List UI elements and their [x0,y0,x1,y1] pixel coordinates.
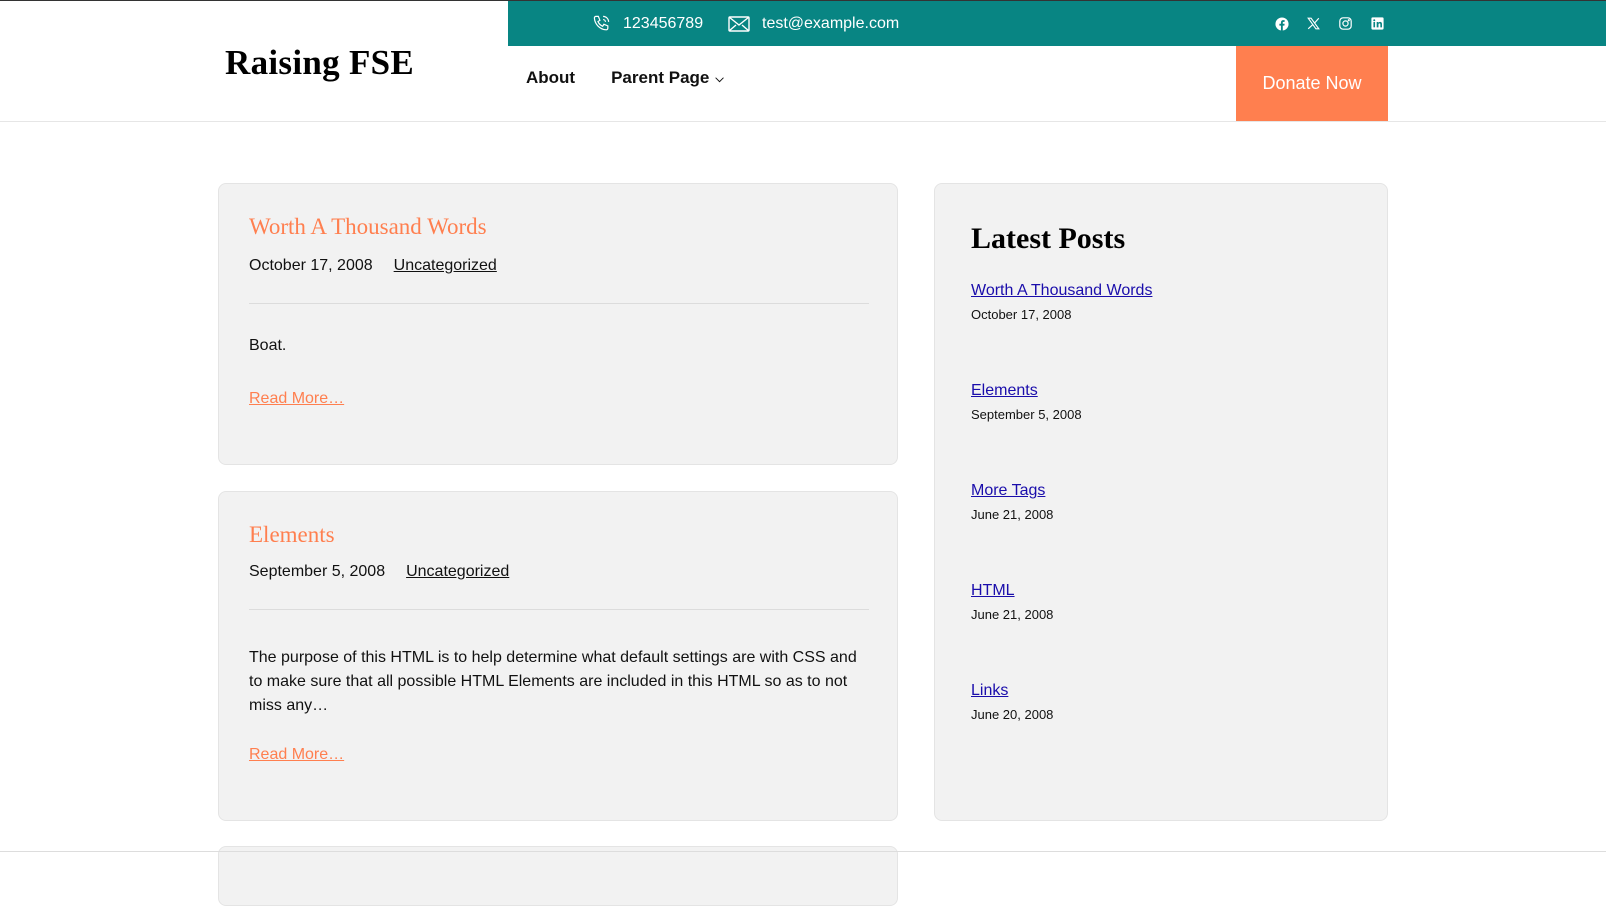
nav-item-label: Parent Page [611,68,710,87]
post-card: Elements September 5, 2008 Uncategorized… [218,491,898,821]
nav-item-label: About [526,68,576,87]
main-navigation: About Parent Page ⌵ [526,68,760,88]
linkedin-icon[interactable] [1370,16,1385,31]
post-category-link[interactable]: Uncategorized [394,257,497,275]
post-excerpt: The purpose of this HTML is to help dete… [249,649,857,714]
sidebar-title: Latest Posts [971,222,1126,255]
social-links [1274,1,1385,46]
post-divider [249,303,869,304]
sidebar-latest-posts: Latest Posts Worth A Thousand Words Octo… [934,183,1388,821]
x-icon[interactable] [1306,16,1321,31]
latest-post-link[interactable]: Elements [971,382,1082,400]
post-excerpt: Boat. [249,337,287,354]
post-category-link[interactable]: Uncategorized [406,563,509,581]
post-date: September 5, 2008 [249,563,386,580]
email-address: test@example.com [762,14,900,32]
latest-post-date: June 21, 2008 [971,607,1054,622]
post-meta: October 17, 2008 Uncategorized [249,257,497,275]
post-date: October 17, 2008 [249,257,373,274]
post-card: Worth A Thousand Words October 17, 2008 … [218,183,898,465]
latest-post-item: More Tags June 21, 2008 [971,482,1053,522]
latest-post-link[interactable]: Worth A Thousand Words [971,282,1152,300]
latest-post-link[interactable]: HTML [971,582,1053,600]
latest-post-item: Elements September 5, 2008 [971,382,1082,422]
post-title[interactable]: Elements [249,522,335,548]
phone-number: 123456789 [623,14,704,32]
mail-icon [728,15,750,32]
top-info-bar: 123456789 test@example.com [508,1,1606,46]
latest-post-date: October 17, 2008 [971,307,1072,322]
latest-post-item: Links June 20, 2008 [971,682,1053,722]
nav-item-about[interactable]: About [526,68,575,88]
latest-post-date: September 5, 2008 [971,407,1082,422]
nav-item-parent-page[interactable]: Parent Page ⌵ [611,68,724,88]
latest-post-item: Worth A Thousand Words October 17, 2008 [971,282,1152,322]
latest-post-link[interactable]: More Tags [971,482,1053,500]
donate-button[interactable]: Donate Now [1236,46,1388,121]
phone-icon [592,14,611,33]
latest-post-item: HTML June 21, 2008 [971,582,1053,622]
header-divider [0,121,1606,122]
latest-post-date: June 20, 2008 [971,707,1054,722]
email-contact[interactable]: test@example.com [728,1,899,46]
instagram-icon[interactable] [1338,16,1353,31]
facebook-icon[interactable] [1274,16,1289,31]
read-more-link[interactable]: Read More… [249,746,344,764]
read-more-link[interactable]: Read More… [249,390,344,408]
latest-post-link[interactable]: Links [971,682,1053,700]
latest-post-date: June 21, 2008 [971,507,1054,522]
post-card [218,846,898,906]
site-title[interactable]: Raising FSE [225,43,414,83]
phone-contact[interactable]: 123456789 [592,1,703,46]
post-divider [249,609,869,610]
chevron-down-icon: ⌵ [715,73,724,85]
post-title[interactable]: Worth A Thousand Words [249,214,487,240]
post-meta: September 5, 2008 Uncategorized [249,563,509,581]
